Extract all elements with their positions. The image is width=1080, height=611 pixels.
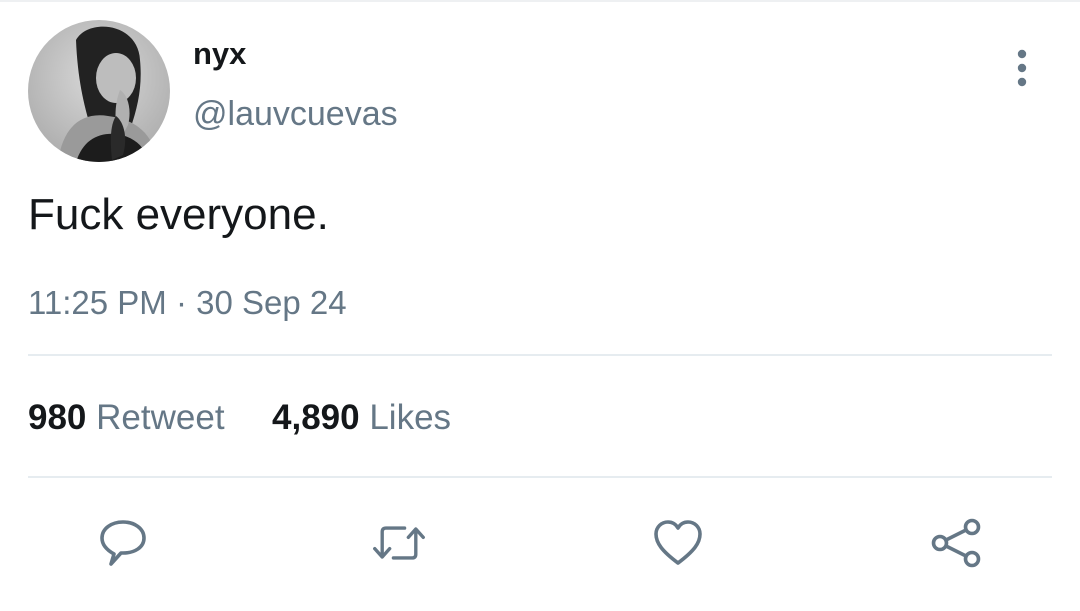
avatar[interactable]	[28, 20, 170, 162]
retweet-button[interactable]	[371, 515, 427, 571]
share-button[interactable]	[928, 515, 984, 571]
top-divider	[0, 0, 1080, 2]
tweet-text: Fuck everyone.	[28, 190, 329, 239]
divider	[28, 476, 1052, 478]
avatar-image	[28, 20, 170, 162]
retweets-count: 980	[28, 398, 87, 437]
like-button[interactable]	[650, 515, 706, 571]
vertical-ellipsis-icon	[1017, 49, 1027, 87]
author-handle[interactable]: @lauvcuevas	[193, 95, 398, 133]
more-options-button[interactable]	[1004, 44, 1040, 92]
likes-stat[interactable]: 4,890 Likes	[262, 398, 451, 437]
retweet-arrows-icon	[373, 526, 425, 560]
retweets-label: Retweet	[96, 398, 225, 437]
heart-icon	[654, 520, 702, 565]
share-nodes-icon	[931, 518, 981, 568]
author-display-name[interactable]: nyx	[193, 36, 246, 72]
tweet-timestamp[interactable]: 11:25 PM · 30 Sep 24	[28, 283, 347, 323]
divider	[28, 354, 1052, 356]
tweet-stats: 980 Retweet 4,890 Likes	[28, 397, 451, 439]
retweets-stat[interactable]: 980 Retweet	[28, 398, 234, 437]
speech-bubble-icon	[100, 520, 146, 566]
likes-label: Likes	[369, 398, 452, 437]
likes-count: 4,890	[272, 398, 360, 437]
reply-button[interactable]	[95, 515, 151, 571]
